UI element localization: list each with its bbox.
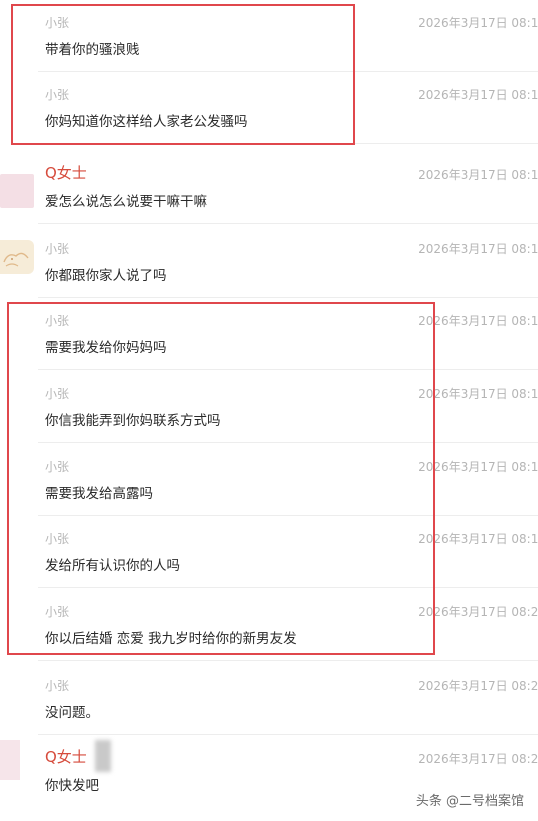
message-timestamp: 2026年3月17日 08:18	[418, 532, 538, 546]
message-timestamp: 2026年3月17日 08:18	[418, 242, 538, 256]
highlight-box	[11, 4, 355, 145]
watermark: 头条 @二号档案馆	[415, 794, 524, 809]
message-text: 你快发吧	[45, 778, 99, 794]
message-timestamp: 2026年3月17日 08:18	[418, 168, 538, 182]
message-text: 没问题。	[45, 705, 99, 721]
avatar[interactable]	[0, 240, 34, 274]
chat-message: 小张 2026年3月17日 08:18 你都跟你家人说了吗	[0, 226, 538, 298]
avatar[interactable]	[0, 174, 34, 208]
message-text: 爱怎么说怎么说要干嘛干嘛	[45, 194, 207, 210]
sender-name: Q女士	[45, 748, 87, 766]
chat-message: Q女士 2026年3月17日 08:18 爱怎么说怎么说要干嘛干嘛	[0, 152, 538, 224]
chat-message: 小张 2026年3月17日 08:20 没问题。	[0, 663, 538, 735]
message-timestamp: 2026年3月17日 08:18	[418, 314, 538, 328]
divider	[38, 734, 538, 735]
highlight-box	[7, 302, 435, 655]
divider	[38, 223, 538, 224]
message-timestamp: 2026年3月17日 08:17	[418, 88, 538, 102]
avatar[interactable]	[0, 740, 20, 780]
message-timestamp: 2026年3月17日 08:20	[418, 679, 538, 693]
message-timestamp: 2026年3月17日 08:17	[418, 16, 538, 30]
message-timestamp: 2026年3月17日 08:18	[418, 387, 538, 401]
sender-name: Q女士	[45, 164, 87, 182]
sender-name: 小张	[45, 679, 70, 693]
divider	[38, 660, 538, 661]
message-text: 你都跟你家人说了吗	[45, 268, 167, 284]
cartoon-avatar-icon	[3, 252, 29, 267]
message-timestamp: 2026年3月17日 08:20	[418, 752, 538, 766]
message-timestamp: 2026年3月17日 08:20	[418, 605, 538, 619]
redaction-blur	[95, 740, 111, 772]
message-timestamp: 2026年3月17日 08:18	[418, 460, 538, 474]
sender-name: 小张	[45, 242, 70, 256]
